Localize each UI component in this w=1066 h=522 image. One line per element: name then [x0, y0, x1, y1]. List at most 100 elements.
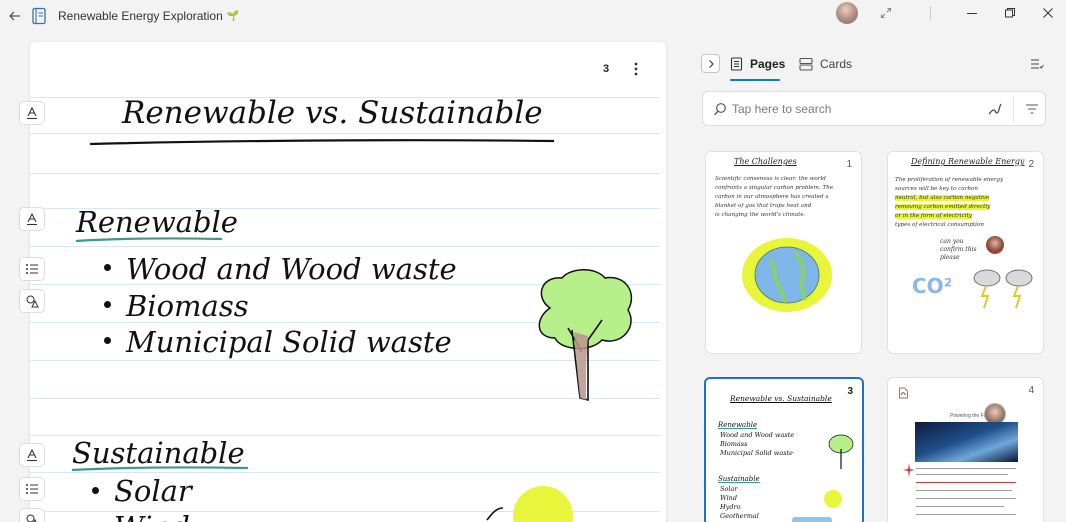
window-title: Renewable Energy Exploration 🌱 [58, 9, 239, 23]
comment-avatar [986, 236, 1004, 254]
user-avatar[interactable] [836, 2, 858, 24]
shapes-button[interactable] [19, 508, 45, 522]
thumbnail-text-line [916, 468, 1016, 469]
thumbnail-line: Geothermal [720, 512, 759, 520]
sustainable-underline [71, 466, 249, 472]
bullet-dot [92, 487, 99, 494]
more-options-icon[interactable] [628, 60, 644, 78]
search-icon [713, 102, 727, 116]
maximize-button[interactable] [997, 3, 1023, 23]
title-bar: Renewable Energy Exploration 🌱 [0, 0, 1066, 32]
back-arrow-icon[interactable] [7, 8, 23, 24]
list-button[interactable] [19, 257, 45, 281]
thumbnail-heading: Renewable [718, 421, 758, 429]
expand-icon[interactable] [878, 5, 894, 21]
text-format-button[interactable] [19, 443, 45, 467]
tab-pages[interactable]: Pages [730, 57, 785, 71]
renewable-item: Wood and Wood waste [126, 252, 457, 286]
collapse-sidebar-button[interactable] [701, 54, 720, 73]
text-format-icon [27, 106, 37, 120]
select-pages-icon[interactable] [1030, 57, 1044, 71]
thumbnail-line: removing carbon emitted directly [895, 204, 991, 210]
bulleted-list-icon [26, 484, 38, 494]
thumbnail-heading: Sustainable [718, 475, 760, 483]
text-format-icon [27, 448, 37, 462]
close-button[interactable] [1035, 3, 1061, 23]
ruled-line [30, 173, 660, 174]
shapes-button[interactable] [19, 289, 45, 313]
thumbnail-line: Scientific consensus is clear: the world [715, 176, 826, 182]
ruled-line [30, 246, 660, 247]
minimize-button[interactable] [959, 3, 985, 23]
pdf-icon [899, 387, 908, 399]
tab-pages-label: Pages [750, 57, 786, 71]
sustainable-item: Wind [114, 510, 190, 522]
minimize-icon [967, 13, 977, 14]
window-title-text: Renewable Energy Exploration [58, 9, 223, 23]
page-thumbnail-number: 4 [1028, 385, 1034, 396]
page-thumbnail-4[interactable]: 4 Powering the Future [887, 377, 1044, 522]
ruled-line [30, 133, 660, 134]
close-icon [1043, 8, 1053, 18]
filter-icon[interactable] [1025, 102, 1039, 116]
co2-drawing-text: CO² [912, 274, 953, 298]
renewable-item: Municipal Solid waste [126, 325, 452, 359]
search-input[interactable] [732, 101, 972, 117]
thumbnail-line: carbon in our atmosphere has created a [715, 194, 829, 200]
bullet-dot [104, 301, 111, 308]
shapes-icon [26, 295, 39, 308]
thumbnail-line: Solar [720, 485, 738, 493]
thumbnail-comment: can you confirm this please [940, 238, 977, 261]
thumbnail-text-line [916, 506, 1004, 507]
renewable-item: Biomass [126, 289, 249, 323]
list-button[interactable] [19, 477, 45, 501]
thumbnail-text-line [916, 490, 1012, 491]
thumbnail-line: neutral, but also carbon negative [895, 195, 990, 201]
section-heading-renewable: Renewable [76, 205, 238, 239]
tab-cards[interactable]: Cards [799, 57, 852, 71]
bullet-dot [104, 264, 111, 271]
thumbnail-line: The proliferation of renewable energy [895, 177, 1004, 183]
thumbnail-sun-drawing [824, 490, 842, 508]
page-thumbnail-1[interactable]: 1 The Challenges Scientific consensus is… [705, 151, 862, 354]
text-format-button[interactable] [19, 101, 45, 125]
search-separator [1013, 96, 1014, 122]
renewable-underline [75, 237, 223, 243]
selected-tab-indicator [730, 79, 780, 81]
restore-icon [1005, 8, 1015, 18]
seedling-emoji: 🌱 [226, 10, 240, 22]
thumbnail-line: Hydro [720, 503, 741, 511]
pages-icon [730, 57, 743, 71]
thumbnail-text-line [916, 514, 1016, 515]
earth-photo [915, 422, 1018, 462]
page-thumbnail-number: 2 [1028, 159, 1034, 170]
note-page-canvas[interactable]: 3 Renewable vs. Sustainable Renewable Wo… [30, 42, 666, 522]
page-thumbnail-2[interactable]: 2 Defining Renewable Energy The prolifer… [887, 151, 1044, 354]
shapes-icon [26, 514, 37, 522]
note-title: Renewable vs. Sustainable [122, 95, 543, 131]
bullet-dot [104, 337, 111, 344]
thumbnail-title: Renewable vs. Sustainable [730, 394, 832, 403]
page-thumbnail-3[interactable]: 3 Renewable vs. Sustainable Renewable Wo… [704, 377, 864, 522]
thumbnail-tree-drawing [828, 434, 854, 469]
thumbnail-line: types of electrical consumption [895, 222, 984, 228]
thumbnail-line: blanket of gas that traps heat and [715, 203, 812, 209]
thumbnail-line: sources will be key to carbon [895, 186, 978, 192]
notebook-app-icon [31, 7, 47, 25]
globe-drawing [742, 238, 832, 312]
sun-drawing [486, 486, 573, 522]
thumbnail-line: Biomass [720, 440, 748, 448]
ink-search-icon[interactable] [987, 101, 1003, 117]
chevron-right-icon [708, 59, 714, 68]
thumbnail-line: Municipal Solid waste [720, 449, 793, 457]
thumbnail-title: Defining Renewable Energy [911, 157, 1025, 166]
thumbnail-water-drawing [792, 517, 832, 522]
star-annotation-drawing [903, 463, 915, 477]
tab-cards-label: Cards [820, 57, 853, 71]
page-thumbnail-number: 1 [846, 159, 852, 170]
search-box[interactable] [702, 91, 1046, 126]
text-format-button[interactable] [19, 207, 45, 231]
title-underline [89, 139, 555, 146]
titlebar-separator [930, 6, 931, 20]
storm-clouds-drawing [973, 269, 1033, 309]
